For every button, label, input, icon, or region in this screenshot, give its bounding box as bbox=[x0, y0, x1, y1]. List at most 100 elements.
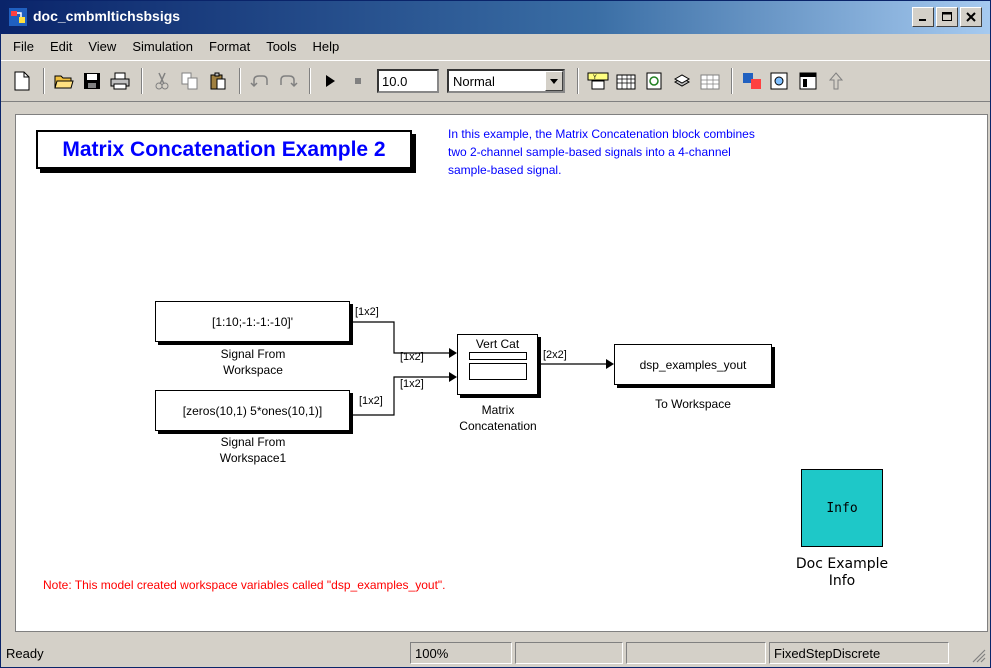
toolbar-separator bbox=[731, 68, 733, 94]
start-simulation-button[interactable] bbox=[317, 67, 343, 95]
window-controls bbox=[912, 7, 982, 27]
status-solver: FixedStepDiscrete bbox=[769, 642, 949, 664]
play-icon bbox=[326, 75, 335, 87]
simulation-mode-value: Normal bbox=[453, 73, 495, 89]
signal-label-s2-in: [1x2] bbox=[400, 378, 424, 390]
new-file-icon bbox=[14, 71, 30, 91]
signal-label-s1-out: [1x2] bbox=[355, 306, 379, 318]
workspace-note[interactable]: Note: This model created workspace varia… bbox=[43, 578, 446, 592]
arrow-up-icon bbox=[829, 72, 843, 90]
model-browser-icon bbox=[743, 73, 761, 89]
go-to-parent-button[interactable] bbox=[823, 67, 849, 95]
menu-tools[interactable]: Tools bbox=[258, 39, 304, 54]
to-workspace-label[interactable]: To Workspace bbox=[627, 396, 759, 412]
status-empty-2 bbox=[626, 642, 766, 664]
concat-input-slot-top bbox=[468, 352, 527, 360]
toolbar-separator bbox=[239, 68, 241, 94]
stop-time-input[interactable]: 10.0 bbox=[377, 69, 439, 93]
matrix-concatenation-block[interactable]: Vert Cat bbox=[457, 334, 538, 395]
to-workspace-block[interactable]: dsp_examples_yout bbox=[614, 344, 772, 385]
stop-simulation-button[interactable] bbox=[345, 67, 371, 95]
menu-format[interactable]: Format bbox=[201, 39, 258, 54]
title-bar[interactable]: doc_cmbmltichsbsigs bbox=[1, 1, 990, 34]
arrowhead bbox=[449, 372, 457, 382]
debug-button[interactable] bbox=[767, 67, 793, 95]
close-icon bbox=[966, 12, 976, 22]
menu-simulation[interactable]: Simulation bbox=[124, 39, 201, 54]
resize-grip-icon[interactable] bbox=[972, 649, 986, 663]
model-canvas[interactable]: Matrix Concatenation Example 2 In this e… bbox=[15, 114, 988, 632]
cut-button[interactable] bbox=[149, 67, 175, 95]
info-block-text: Info bbox=[826, 500, 858, 516]
signal-label-s1-in: [1x2] bbox=[400, 351, 424, 363]
signal-from-workspace-block[interactable]: [1:10;-1:-1:-10]' bbox=[155, 301, 350, 342]
calendar-grid-icon bbox=[616, 74, 636, 90]
status-ready: Ready bbox=[6, 645, 44, 661]
arrowhead bbox=[606, 359, 614, 369]
menu-bar: File Edit View Simulation Format Tools H… bbox=[1, 34, 990, 58]
library-icon bbox=[673, 74, 691, 87]
window-title: doc_cmbmltichsbsigs bbox=[33, 8, 181, 24]
build-button[interactable]: Y bbox=[585, 67, 611, 95]
print-button[interactable] bbox=[107, 67, 133, 95]
redo-button[interactable] bbox=[275, 67, 301, 95]
dropdown-arrow-button[interactable] bbox=[545, 71, 563, 91]
status-empty-1 bbox=[515, 642, 623, 664]
stop-icon bbox=[355, 78, 361, 84]
doc-example-info-block[interactable]: Info bbox=[801, 469, 883, 547]
refresh-icon bbox=[646, 72, 662, 90]
signal-from-workspace1-label[interactable]: Signal From Workspace1 bbox=[187, 434, 319, 466]
explorer-button[interactable] bbox=[697, 67, 723, 95]
minimize-icon bbox=[919, 19, 926, 21]
grid-icon bbox=[700, 74, 720, 90]
save-button[interactable] bbox=[79, 67, 105, 95]
printer-icon bbox=[110, 72, 130, 90]
scissors-icon bbox=[155, 72, 169, 90]
properties-icon bbox=[799, 72, 817, 90]
menu-edit[interactable]: Edit bbox=[42, 39, 80, 54]
close-button[interactable] bbox=[960, 7, 982, 27]
maximize-icon bbox=[942, 12, 952, 21]
toolbar-separator bbox=[43, 68, 45, 94]
chevron-down-icon bbox=[550, 78, 558, 84]
magnifier-icon bbox=[770, 72, 788, 90]
menu-help[interactable]: Help bbox=[305, 39, 348, 54]
signal-from-workspace1-value: [zeros(10,1) 5*ones(10,1)] bbox=[182, 403, 323, 418]
properties-button[interactable] bbox=[795, 67, 821, 95]
status-bar: Ready 100% FixedStepDiscrete bbox=[1, 639, 990, 667]
simulink-window: doc_cmbmltichsbsigs File Edit View Simul… bbox=[0, 0, 991, 668]
open-folder-icon bbox=[54, 75, 74, 89]
toolbar-separator bbox=[577, 68, 579, 94]
update-diagram-button[interactable] bbox=[613, 67, 639, 95]
model-browser-button[interactable] bbox=[739, 67, 765, 95]
matrix-concatenation-label[interactable]: Matrix Concatenation bbox=[432, 402, 564, 434]
build-icon: Y bbox=[587, 72, 609, 90]
menu-file[interactable]: File bbox=[5, 39, 42, 54]
signal-label-concat-out: [2x2] bbox=[543, 349, 567, 361]
maximize-button[interactable] bbox=[936, 7, 958, 27]
simulink-app-icon bbox=[9, 8, 27, 26]
to-workspace-variable: dsp_examples_yout bbox=[639, 357, 747, 372]
signal-from-workspace1-block[interactable]: [zeros(10,1) 5*ones(10,1)] bbox=[155, 390, 350, 431]
concat-input-slot-bottom bbox=[468, 363, 527, 380]
status-zoom: 100% bbox=[410, 642, 512, 664]
signal-from-workspace-label[interactable]: Signal From Workspace bbox=[187, 346, 319, 378]
refresh-button[interactable] bbox=[641, 67, 667, 95]
menu-view[interactable]: View bbox=[80, 39, 124, 54]
arrowhead bbox=[449, 348, 457, 358]
copy-icon bbox=[181, 72, 198, 90]
minimize-button[interactable] bbox=[912, 7, 934, 27]
simulation-mode-select[interactable]: Normal bbox=[447, 69, 565, 93]
undo-button[interactable] bbox=[247, 67, 273, 95]
paste-clipboard-icon bbox=[210, 72, 226, 90]
copy-button[interactable] bbox=[177, 67, 203, 95]
doc-example-info-label[interactable]: Doc Example Info bbox=[774, 556, 910, 590]
toolbar-separator bbox=[141, 68, 143, 94]
vert-cat-label: Vert Cat bbox=[475, 337, 520, 351]
toolbar: 10.0 Normal Y bbox=[1, 60, 990, 102]
library-button[interactable] bbox=[669, 67, 695, 95]
new-model-button[interactable] bbox=[9, 67, 35, 95]
open-button[interactable] bbox=[51, 67, 77, 95]
paste-button[interactable] bbox=[205, 67, 231, 95]
svg-text:Y: Y bbox=[592, 74, 597, 81]
